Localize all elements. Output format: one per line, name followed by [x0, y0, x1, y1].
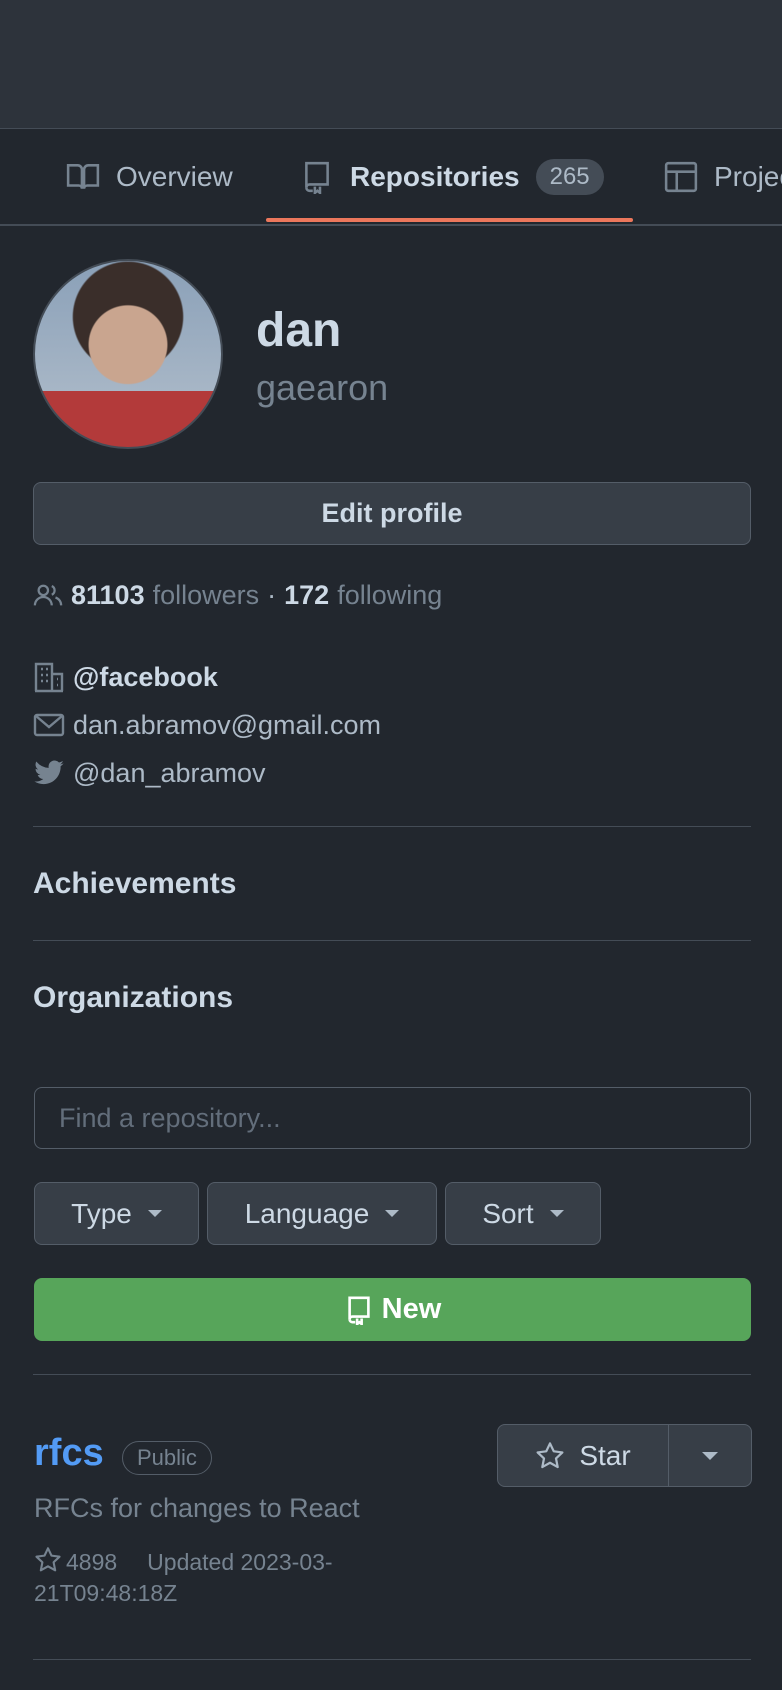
star-icon	[35, 1547, 61, 1572]
repository-search-input[interactable]	[34, 1087, 751, 1149]
table-icon	[664, 161, 698, 193]
chevron-down-icon	[147, 1210, 162, 1217]
follow-stats: 81103 followers · 172 following	[33, 580, 442, 611]
twitter-icon	[34, 760, 64, 785]
organizations-heading: Organizations	[33, 981, 234, 1014]
star-icon	[536, 1441, 564, 1468]
chevron-down-icon	[549, 1210, 564, 1217]
avatar[interactable]	[33, 259, 223, 449]
divider	[33, 940, 751, 941]
tab-projects-label: Projec	[714, 161, 782, 192]
divider	[33, 1659, 751, 1660]
tab-overview[interactable]: Overview	[66, 130, 233, 224]
followers-link[interactable]: 81103 followers	[71, 580, 259, 611]
star-button-group: Star	[497, 1424, 752, 1487]
visibility-badge: Public	[122, 1441, 212, 1475]
star-button-label: Star	[579, 1439, 631, 1471]
repo-meta: 4898 Updated 2023-03-21T09:48:18Z	[34, 1546, 394, 1609]
repositories-counter: 265	[535, 159, 604, 195]
vcard-twitter[interactable]: @dan_abramov	[33, 757, 266, 789]
people-icon	[33, 584, 63, 605]
vcard-organization[interactable]: @facebook	[33, 661, 218, 693]
repo-name-link[interactable]: rfcs	[34, 1432, 104, 1475]
profile-tabs: Overview Repositories 265 Projec	[0, 130, 782, 226]
repo-icon	[305, 161, 329, 194]
following-label: following	[337, 580, 443, 610]
repo-star-count: 4898	[66, 1549, 118, 1575]
following-link[interactable]: 172 following	[284, 580, 442, 611]
vcard-email[interactable]: dan.abramov@gmail.com	[33, 709, 381, 741]
tab-repositories-label: Repositories	[350, 161, 520, 192]
followers-label: followers	[152, 580, 260, 610]
new-repository-button[interactable]: New	[34, 1278, 751, 1341]
divider	[33, 1374, 751, 1375]
chevron-down-icon	[385, 1210, 400, 1217]
separator-dot: ·	[267, 580, 277, 610]
vcard-twitter-text: @dan_abramov	[73, 757, 266, 788]
mail-icon	[33, 713, 65, 737]
repo-icon	[347, 1296, 370, 1325]
sort-filter-button[interactable]: Sort	[445, 1182, 601, 1245]
achievements-heading[interactable]: Achievements	[33, 867, 236, 901]
book-icon	[66, 164, 100, 189]
profile-header-band	[0, 0, 782, 129]
repo-description: RFCs for changes to React	[34, 1493, 360, 1523]
vcard-organization-text: @facebook	[73, 661, 218, 692]
vcard-email-text: dan.abramov@gmail.com	[73, 709, 382, 740]
edit-profile-button[interactable]: Edit profile	[33, 482, 751, 545]
tab-overview-label: Overview	[116, 161, 233, 192]
followers-count: 81103	[71, 580, 145, 610]
tab-repositories[interactable]: Repositories 265	[300, 130, 604, 224]
organization-icon	[34, 662, 64, 693]
profile-name: dan	[256, 304, 342, 357]
following-count: 172	[284, 580, 330, 610]
language-filter-button[interactable]: Language	[207, 1182, 437, 1245]
star-button[interactable]: Star	[498, 1425, 669, 1486]
repo-stargazers-link[interactable]: 4898	[34, 1547, 118, 1575]
type-filter-label: Type	[71, 1197, 132, 1229]
language-filter-label: Language	[244, 1197, 370, 1229]
sort-filter-label: Sort	[482, 1197, 534, 1229]
type-filter-button[interactable]: Type	[34, 1182, 199, 1245]
tab-projects[interactable]: Projec	[664, 130, 782, 224]
selected-tab-underline	[266, 218, 633, 222]
profile-login: gaearon	[256, 367, 389, 408]
star-list-dropdown[interactable]	[669, 1425, 751, 1486]
divider	[33, 826, 751, 827]
new-repository-label: New	[381, 1293, 442, 1325]
chevron-down-icon	[702, 1451, 718, 1460]
